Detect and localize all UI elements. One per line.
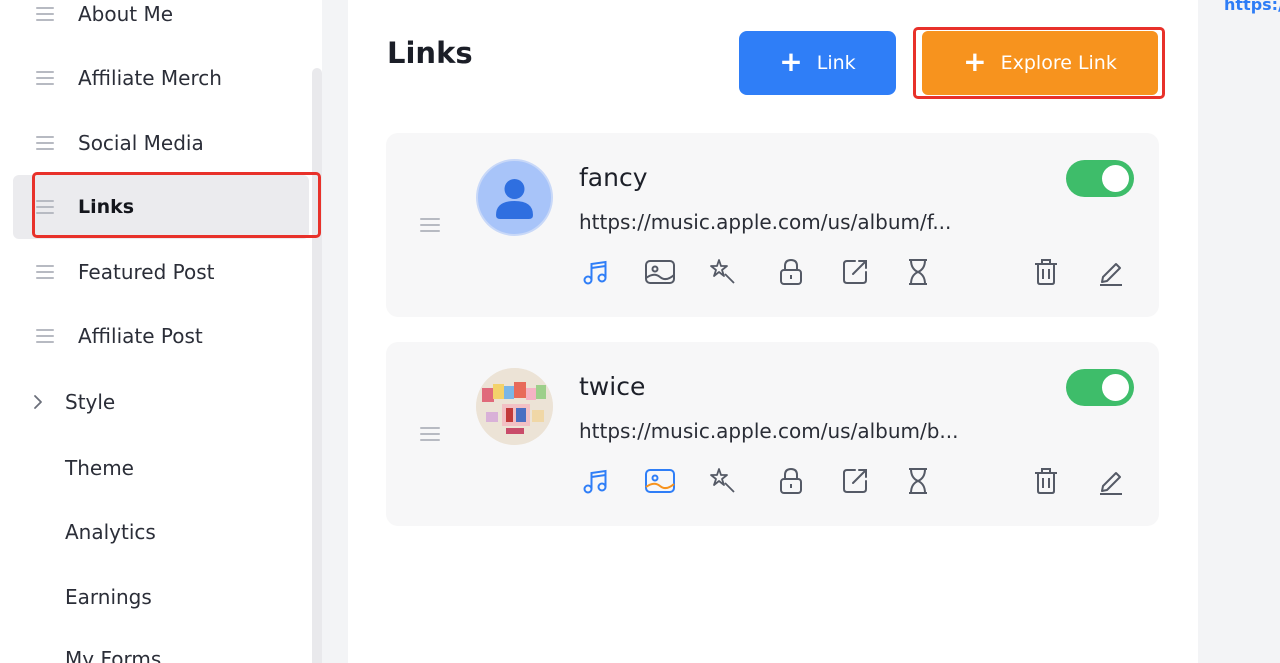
toggle-knob: [1102, 374, 1129, 401]
link-enabled-toggle[interactable]: [1066, 369, 1134, 406]
explore-link-button[interactable]: + Explore Link: [922, 31, 1158, 95]
sidebar-item-social-media[interactable]: Social Media: [0, 111, 308, 175]
avatar: [476, 159, 553, 236]
link-url: https://music.apple.com/us/album/b...: [579, 419, 959, 443]
sidebar-item-label: Earnings: [65, 585, 152, 609]
add-link-label: Link: [816, 52, 856, 74]
sidebar-item-label: Style: [65, 390, 116, 414]
explore-link-label: Explore Link: [1000, 52, 1117, 74]
plus-icon: +: [963, 44, 987, 78]
link-title: twice: [579, 372, 646, 401]
plus-icon: +: [779, 44, 803, 78]
user-icon: [496, 179, 533, 219]
link-card[interactable]: twice https://music.apple.com/us/album/b…: [386, 342, 1159, 526]
chevron-right-icon: [34, 395, 42, 409]
sidebar-item-label: My Forms: [65, 647, 162, 663]
sidebar-item-affiliate-merch[interactable]: Affiliate Merch: [0, 46, 308, 110]
link-card[interactable]: fancy https://music.apple.com/us/album/f…: [386, 133, 1159, 317]
sidebar-item-affiliate-post[interactable]: Affiliate Post: [0, 304, 308, 368]
magic-wand-icon[interactable]: [706, 255, 740, 289]
image-icon[interactable]: [643, 255, 677, 289]
trash-icon[interactable]: [1029, 464, 1063, 498]
sidebar-item-label: Links: [78, 196, 135, 218]
sidebar-item-featured-post[interactable]: Featured Post: [0, 240, 308, 304]
share-icon[interactable]: [838, 464, 872, 498]
page-title: Links: [387, 36, 473, 70]
drag-handle-icon[interactable]: [36, 200, 54, 214]
hourglass-icon[interactable]: [901, 255, 935, 289]
album-cover-avatar: [476, 368, 553, 445]
sidebar: About Me Affiliate Merch Social Media Li…: [0, 0, 322, 663]
sidebar-item-label: Analytics: [65, 520, 156, 544]
link-enabled-toggle[interactable]: [1066, 160, 1134, 197]
drag-handle-icon[interactable]: [36, 7, 54, 21]
drag-handle-icon[interactable]: [36, 71, 54, 85]
sidebar-item-label: Featured Post: [78, 260, 215, 284]
sidebar-item-analytics[interactable]: Analytics: [0, 500, 308, 564]
sidebar-item-label: Affiliate Merch: [78, 66, 222, 90]
music-icon[interactable]: [579, 255, 613, 289]
sidebar-item-label: Affiliate Post: [78, 324, 203, 348]
sidebar-item-links[interactable]: Links: [13, 175, 309, 239]
link-title: fancy: [579, 163, 648, 192]
edit-icon[interactable]: [1094, 255, 1128, 289]
sidebar-item-earnings[interactable]: Earnings: [0, 565, 308, 629]
sidebar-item-theme[interactable]: Theme: [0, 436, 308, 500]
sidebar-item-label: About Me: [78, 2, 174, 26]
drag-handle-icon[interactable]: [420, 218, 440, 232]
sidebar-item-label: Social Media: [78, 131, 204, 155]
sidebar-item-style[interactable]: Style: [0, 370, 308, 434]
magic-wand-icon[interactable]: [706, 464, 740, 498]
drag-handle-icon[interactable]: [36, 265, 54, 279]
lock-icon[interactable]: [774, 464, 808, 498]
preview-url[interactable]: https://: [1224, 0, 1280, 14]
music-icon[interactable]: [579, 464, 613, 498]
trash-icon[interactable]: [1029, 255, 1063, 289]
sidebar-item-about-me[interactable]: About Me: [0, 0, 308, 46]
hourglass-icon[interactable]: [901, 464, 935, 498]
toggle-knob: [1102, 165, 1129, 192]
sidebar-scrollbar[interactable]: [312, 68, 322, 663]
drag-handle-icon[interactable]: [36, 329, 54, 343]
sidebar-item-label: Theme: [65, 456, 134, 480]
edit-icon[interactable]: [1094, 464, 1128, 498]
image-icon[interactable]: [643, 464, 677, 498]
album-art-image: [476, 368, 553, 445]
lock-icon[interactable]: [774, 255, 808, 289]
link-url: https://music.apple.com/us/album/f...: [579, 210, 952, 234]
share-icon[interactable]: [838, 255, 872, 289]
drag-handle-icon[interactable]: [420, 427, 440, 441]
add-link-button[interactable]: + Link: [739, 31, 896, 95]
links-panel: Links + Link + Explore Link fancy https:…: [348, 0, 1198, 663]
sidebar-item-my-forms[interactable]: My Forms: [0, 627, 308, 663]
content-gutter: [322, 0, 348, 663]
preview-panel: https://: [1198, 0, 1280, 663]
drag-handle-icon[interactable]: [36, 136, 54, 150]
